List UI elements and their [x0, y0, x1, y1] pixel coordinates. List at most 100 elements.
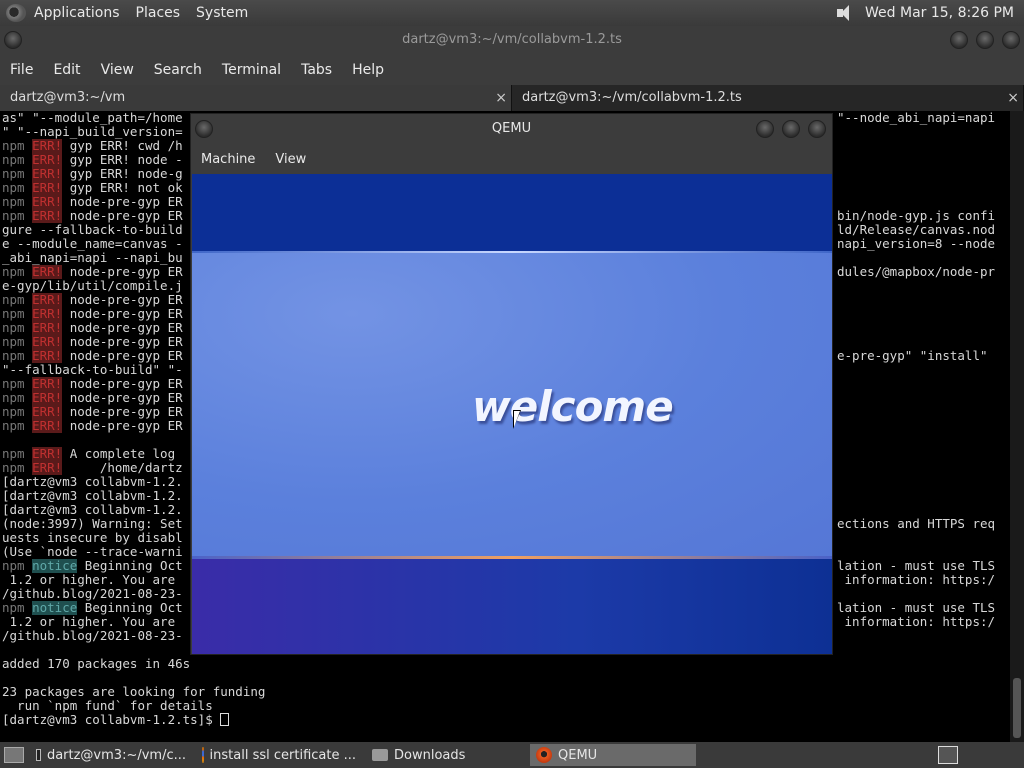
line-text: (Use `node --trace-warni	[2, 545, 183, 559]
tab-close-icon[interactable]: ×	[1007, 85, 1019, 111]
system-menu[interactable]: System	[188, 0, 256, 26]
welcome-bottom-band	[192, 559, 832, 654]
taskbar-item-firefox[interactable]: install ssl certificate ...	[196, 744, 362, 766]
scrollbar-thumb[interactable]	[1013, 678, 1021, 738]
clock-area: Wed Mar 15, 8:26 PM	[835, 0, 1014, 26]
err-badge: ERR!	[32, 335, 63, 349]
qemu-titlebar[interactable]: QEMU	[191, 114, 832, 144]
err-badge: ERR!	[32, 349, 63, 363]
terminal-scrollbar[interactable]	[1010, 111, 1024, 742]
npm-prefix: npm	[2, 167, 25, 181]
line-text-right: ld/Release/canvas.nod	[837, 223, 996, 237]
taskbar-item-terminal[interactable]: dartz@vm3:~/vm/c...	[30, 744, 192, 766]
line-text: [dartz@vm3 collabvm-1.2.	[2, 489, 183, 503]
line-text-right: lation - must use TLS	[837, 601, 996, 615]
qemu-menubar: Machine View	[191, 144, 832, 174]
npm-prefix: npm	[2, 321, 25, 335]
minimize-icon[interactable]	[756, 120, 774, 138]
taskbar-item-downloads[interactable]: Downloads	[366, 744, 526, 766]
tab-close-icon[interactable]: ×	[495, 85, 507, 111]
gnome-foot-icon[interactable]	[6, 4, 26, 22]
close-icon[interactable]	[808, 120, 826, 138]
line-text: node-pre-gyp ER	[62, 377, 183, 391]
err-badge: ERR!	[32, 167, 63, 181]
npm-prefix: npm	[2, 293, 25, 307]
line-text: /github.blog/2021-08-23-	[2, 587, 183, 601]
line-text: 1.2 or higher. You are	[2, 615, 176, 629]
line-text: "--fallback-to-build" "-	[2, 363, 183, 377]
minimize-icon[interactable]	[950, 31, 968, 49]
line-text: Beginning Oct	[77, 601, 183, 615]
terminal-titlebar[interactable]: dartz@vm3:~/vm/collabvm-1.2.ts	[0, 26, 1024, 54]
tab-collabvm[interactable]: dartz@vm3:~/vm/collabvm-1.2.ts ×	[512, 85, 1024, 111]
line-text: [dartz@vm3 collabvm-1.2.	[2, 475, 183, 489]
clock[interactable]: Wed Mar 15, 8:26 PM	[865, 5, 1014, 21]
menu-search[interactable]: Search	[144, 62, 212, 78]
npm-prefix: npm	[2, 209, 25, 223]
line-text: gyp ERR! node-g	[62, 167, 183, 181]
menu-machine[interactable]: Machine	[191, 152, 265, 167]
line-text: e --module_name=canvas -	[2, 237, 183, 251]
vm-display[interactable]: welcome	[192, 174, 832, 654]
err-badge: ERR!	[32, 139, 63, 153]
qemu-window: QEMU Machine View welcome	[190, 113, 833, 655]
err-badge: ERR!	[32, 181, 63, 195]
err-badge: ERR!	[32, 195, 63, 209]
menu-help[interactable]: Help	[342, 62, 394, 78]
firefox-icon	[202, 747, 204, 763]
text-cursor	[220, 713, 230, 726]
volume-icon[interactable]	[835, 4, 855, 22]
err-badge: ERR!	[32, 153, 63, 167]
line-text: [dartz@vm3 collabvm-1.2.ts]$	[2, 713, 221, 727]
top-menu: Applications Places System	[26, 0, 256, 26]
err-badge: ERR!	[32, 405, 63, 419]
line-text: node-pre-gyp ER	[62, 209, 183, 223]
show-desktop-icon[interactable]	[4, 747, 24, 763]
err-badge: ERR!	[32, 447, 63, 461]
terminal-menubar: File Edit View Search Terminal Tabs Help	[0, 54, 1024, 85]
menu-view[interactable]: View	[91, 62, 144, 78]
err-badge: ERR!	[32, 377, 63, 391]
workspace-switcher-icon[interactable]	[938, 746, 958, 764]
menu-file[interactable]: File	[0, 62, 43, 78]
taskbar-item-label: dartz@vm3:~/vm/c...	[46, 747, 186, 763]
line-text: " "--napi_build_version=	[2, 125, 183, 139]
line-text: node-pre-gyp ER	[62, 391, 183, 405]
line-text: /home/dartz	[62, 461, 183, 475]
window-menu-icon[interactable]	[195, 120, 213, 138]
menu-edit[interactable]: Edit	[43, 62, 90, 78]
taskbar-item-qemu[interactable]: QEMU	[530, 744, 696, 766]
line-text: node-pre-gyp ER	[62, 349, 183, 363]
tab-label: dartz@vm3:~/vm	[10, 90, 126, 105]
npm-prefix: npm	[2, 195, 25, 209]
maximize-icon[interactable]	[976, 31, 994, 49]
line-text-right: bin/node-gyp.js confi	[837, 209, 996, 223]
welcome-top-band	[192, 174, 832, 251]
qemu-icon	[536, 747, 552, 763]
tab-vm[interactable]: dartz@vm3:~/vm ×	[0, 85, 512, 111]
line-text: gyp ERR! cwd /h	[62, 139, 183, 153]
terminal-line: run `npm fund` for details	[2, 699, 1010, 713]
menu-tabs[interactable]: Tabs	[291, 62, 342, 78]
line-text: (node:3997) Warning: Set	[2, 517, 183, 531]
places-menu[interactable]: Places	[128, 0, 189, 26]
line-text: [dartz@vm3 collabvm-1.2.	[2, 503, 183, 517]
line-text: node-pre-gyp ER	[62, 419, 183, 433]
line-text: node-pre-gyp ER	[62, 265, 183, 279]
close-icon[interactable]	[1002, 31, 1020, 49]
line-text: gyp ERR! node -	[62, 153, 183, 167]
npm-prefix: npm	[2, 307, 25, 321]
npm-prefix: npm	[2, 447, 25, 461]
menu-terminal[interactable]: Terminal	[212, 62, 291, 78]
taskbar-item-label: Downloads	[394, 747, 466, 763]
window-menu-icon[interactable]	[4, 31, 22, 49]
line-text-right: e-pre-gyp" "install"	[837, 349, 988, 363]
line-text-right: information: https:/	[837, 573, 996, 587]
menu-view[interactable]: View	[265, 152, 316, 167]
line-text: node-pre-gyp ER	[62, 335, 183, 349]
npm-prefix: npm	[2, 559, 25, 573]
npm-prefix: npm	[2, 419, 25, 433]
maximize-icon[interactable]	[782, 120, 800, 138]
applications-menu[interactable]: Applications	[26, 0, 128, 26]
welcome-text: welcome	[472, 382, 674, 431]
